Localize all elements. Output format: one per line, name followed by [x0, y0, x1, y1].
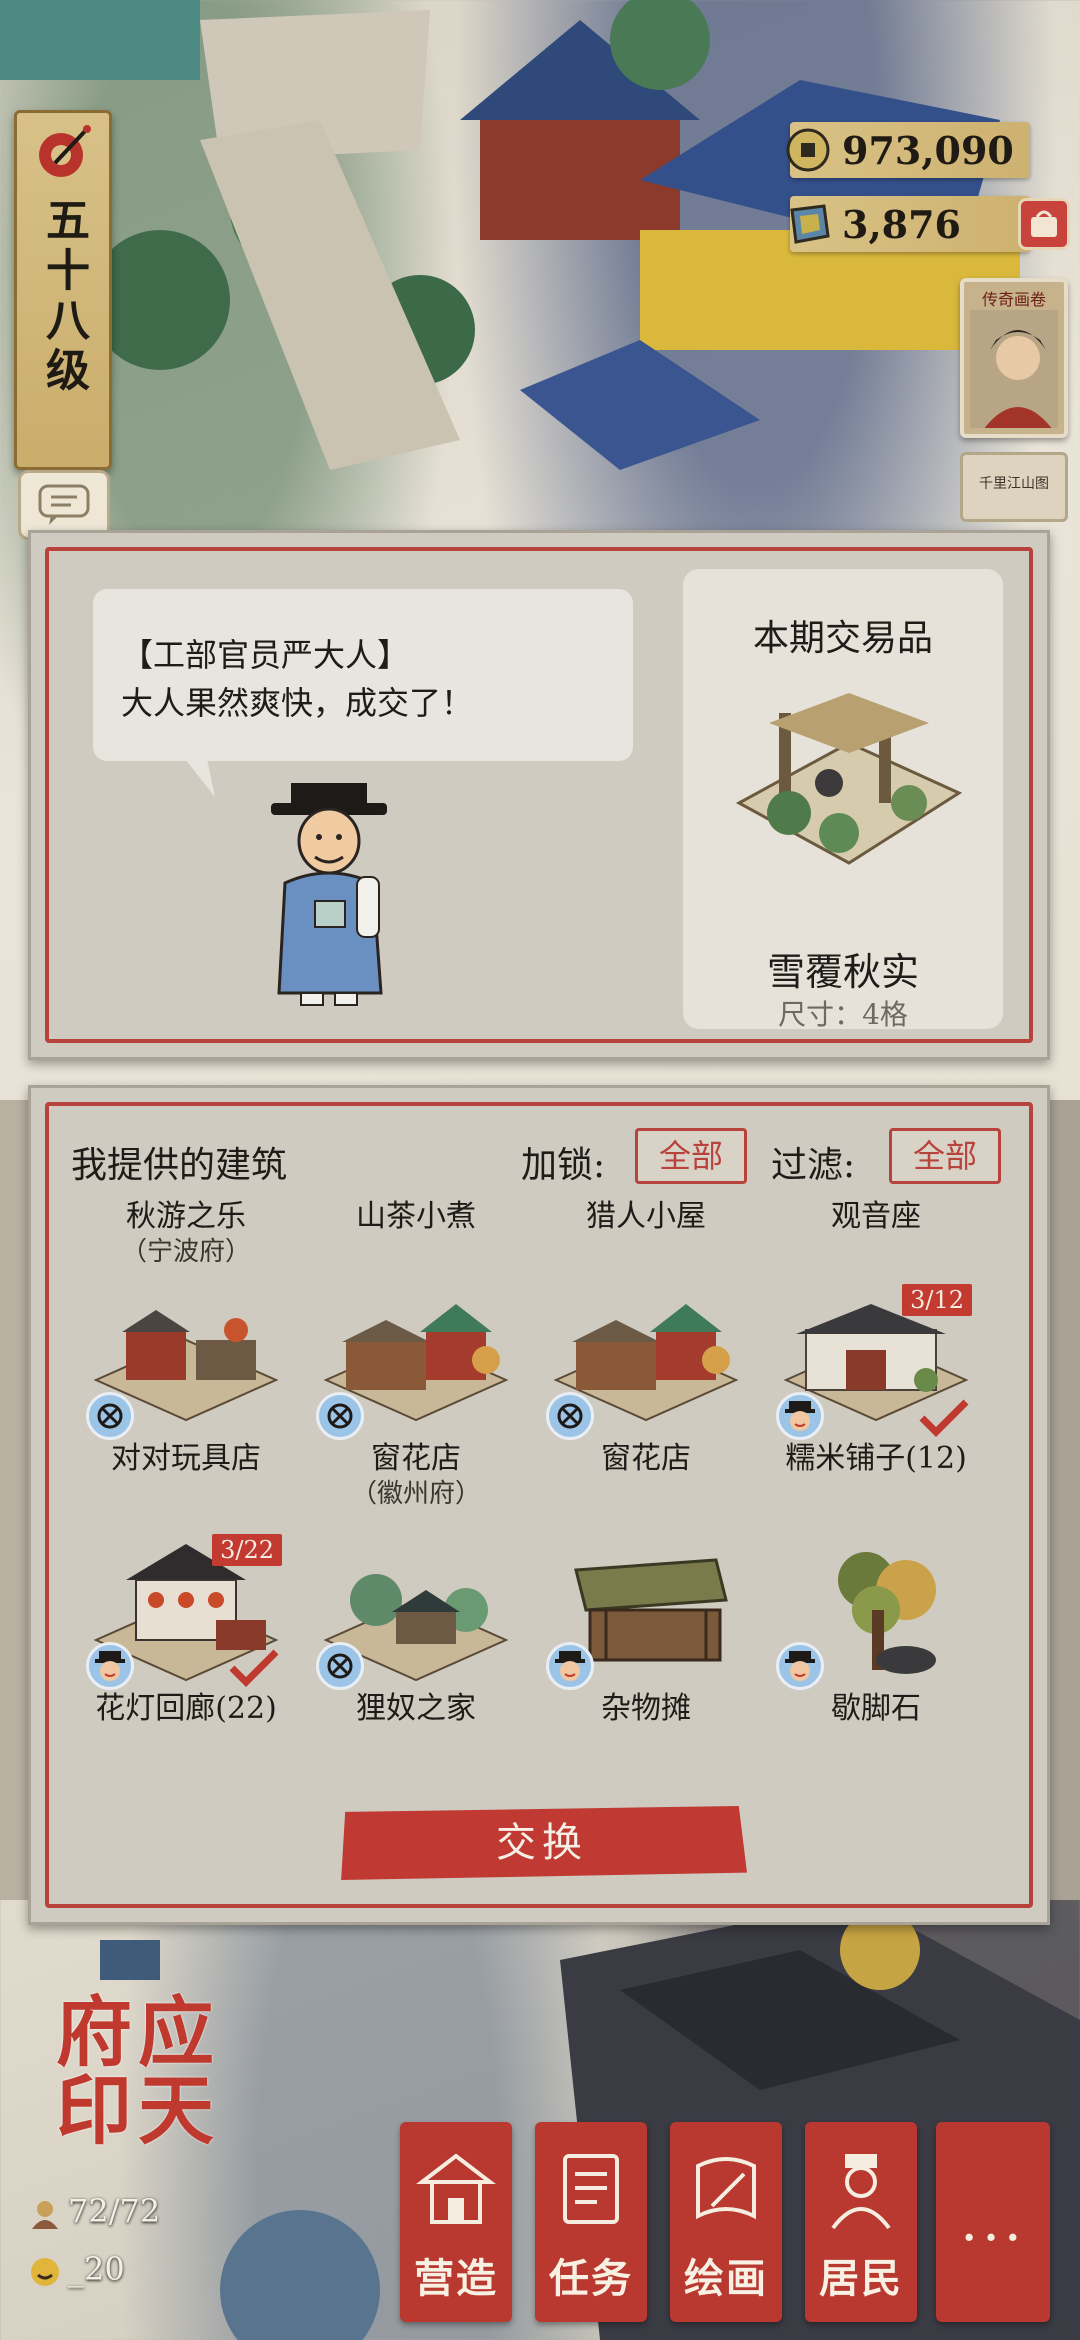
second-stat: _20	[28, 2250, 125, 2289]
header-item[interactable]: 秋游之乐 （宁波府）	[71, 1198, 301, 1268]
second-stat-value: _20	[68, 2250, 125, 2288]
shop-button[interactable]	[1018, 198, 1070, 250]
notice-card[interactable]: 千里江山图	[960, 452, 1068, 522]
more-menu-button[interactable]: ...	[936, 2122, 1050, 2322]
bottom-menu: 营造 任务 绘画 居民 ...	[400, 2122, 1050, 2322]
selected-check-icon	[229, 1649, 279, 1687]
lock-filter-button[interactable]: 全部	[635, 1128, 747, 1184]
menu-paint-label: 绘画	[684, 2255, 768, 2302]
offer-panel: 我提供的建筑 加锁: 全部 过滤: 全部 秋游之乐 （宁波府） 山茶小煮 猎人小…	[28, 1085, 1050, 1925]
portrait-avatar	[970, 310, 1058, 428]
count-badge: 3/22	[212, 1534, 282, 1566]
building-slot[interactable]: 窗花店	[531, 1282, 761, 1478]
count-badge: 3/12	[902, 1284, 972, 1316]
building-slot[interactable]: 3/22 花灯回廊(22)	[71, 1532, 301, 1728]
player-level-label: 五十八级	[38, 197, 89, 397]
resident-icon	[831, 2154, 891, 2230]
coin-value: 973,090	[842, 127, 1014, 173]
exchange-button[interactable]: 交换	[341, 1806, 747, 1880]
official-character	[271, 783, 387, 1006]
resident-badge-icon	[86, 1642, 134, 1690]
locked-badge-icon	[316, 1642, 364, 1690]
population-value: 72/72	[68, 2192, 161, 2230]
pavilion-icon	[416, 2153, 496, 2224]
filter-button[interactable]: 全部	[889, 1128, 1001, 1184]
resident-badge-icon	[776, 1642, 824, 1690]
speech-bubble: 【工部官员严大人】 大人果然爽快，成交了！	[93, 589, 633, 761]
resident-badge-icon	[546, 1642, 594, 1690]
gem-value: 3,876	[842, 201, 961, 247]
trade-item-card[interactable]: 本期交易品 雪覆秋实 尺寸：4格	[683, 569, 1003, 1031]
menu-build-label: 营造	[414, 2255, 498, 2302]
population-icon	[28, 2197, 62, 2231]
header-item[interactable]: 猎人小屋	[531, 1198, 761, 1236]
menu-resident-button[interactable]: 居民	[805, 2122, 917, 2322]
selected-check-icon	[919, 1399, 969, 1437]
trade-item-name: 雪覆秋实	[766, 950, 919, 994]
offer-title: 我提供的建筑	[71, 1145, 288, 1186]
event-portrait-card[interactable]: 传奇画卷	[960, 278, 1068, 438]
menu-build-button[interactable]: 营造	[400, 2122, 512, 2322]
notice-card-text: 千里江山图	[979, 476, 1049, 492]
building-slot[interactable]: 杂物摊	[531, 1532, 761, 1728]
locked-badge-icon	[316, 1392, 364, 1440]
header-item[interactable]: 山茶小煮	[301, 1198, 531, 1236]
building-slot[interactable]: 狸奴之家	[301, 1532, 531, 1728]
population-stat: 72/72	[28, 2192, 160, 2231]
header-item[interactable]: 观音座	[761, 1198, 991, 1236]
speaker-name: 【工部官员严大人】	[121, 636, 410, 674]
lock-label: 加锁:	[521, 1145, 606, 1186]
building-slot[interactable]: 3/12 糯米铺子(12)	[761, 1282, 991, 1478]
city-seal[interactable]: 应天府印 72/72 _20	[14, 1992, 214, 2292]
building-slot[interactable]: 歇脚石	[761, 1532, 991, 1728]
jade-gem-icon	[780, 196, 836, 252]
locked-badge-icon	[86, 1392, 134, 1440]
menu-task-button[interactable]: 任务	[535, 2122, 647, 2322]
menu-paint-button[interactable]: 绘画	[670, 2122, 782, 2322]
brush-emblem-icon	[39, 125, 91, 177]
city-seal-text: 应天府印	[43, 1992, 214, 2148]
shop-bag-icon	[1031, 210, 1057, 237]
building-slot[interactable]: 对对玩具店	[71, 1282, 301, 1478]
filter-label: 过滤:	[771, 1145, 856, 1186]
event-card-title: 传奇画卷	[981, 290, 1046, 309]
resident-badge-icon	[776, 1392, 824, 1440]
painting-scroll-icon	[696, 2157, 756, 2220]
scroll-book-icon	[563, 2154, 619, 2224]
trade-building-image	[735, 693, 963, 865]
menu-task-label: 任务	[549, 2255, 633, 2302]
trade-dialog-panel: 【工部官员严大人】 大人果然爽快，成交了！ 本期交易品 雪覆秋实 尺寸：4格	[28, 530, 1050, 1060]
player-level-tag[interactable]: 五十八级	[14, 110, 112, 470]
coin-counter[interactable]: 973,090	[786, 122, 1030, 178]
speech-line: 大人果然爽快，成交了！	[121, 684, 474, 722]
gem-counter[interactable]: 3,876	[790, 196, 1030, 252]
menu-resident-label: 居民	[819, 2255, 903, 2302]
trade-item-size: 尺寸：4格	[778, 998, 908, 1031]
locked-badge-icon	[546, 1392, 594, 1440]
copper-coin-icon	[780, 122, 836, 178]
trade-section-title: 本期交易品	[752, 618, 933, 659]
happiness-icon	[28, 2255, 62, 2289]
building-slot[interactable]: 窗花店 （徽州府）	[301, 1282, 531, 1510]
chat-icon	[38, 484, 90, 525]
